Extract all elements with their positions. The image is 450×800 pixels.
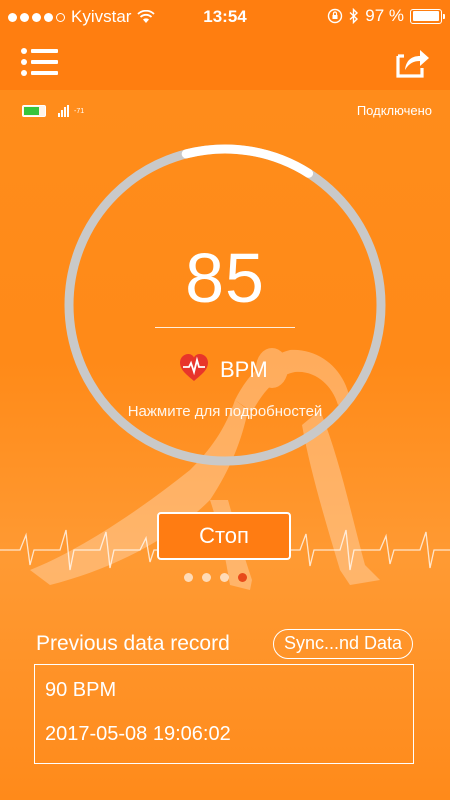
bluetooth-icon	[349, 8, 359, 24]
device-battery-icon	[22, 105, 46, 117]
bpm-unit: BPM	[220, 357, 268, 382]
gauge-progress-arc	[181, 144, 314, 178]
battery-percent: 97 %	[365, 6, 404, 25]
heart-icon	[180, 354, 208, 381]
page-dot[interactable]	[220, 573, 229, 582]
system-indicators: 97 %	[327, 6, 445, 26]
orientation-lock-icon	[328, 8, 343, 24]
page-dot[interactable]	[184, 573, 193, 582]
device-signal-icon	[58, 105, 69, 117]
record-bpm: 90 BPM	[45, 679, 117, 701]
sync-data-button[interactable]: Sync...nd Data	[273, 629, 413, 659]
record-timestamp: 2017-05-08 19:06:02	[45, 723, 231, 745]
page-indicator[interactable]	[184, 573, 247, 582]
page-dot[interactable]	[238, 573, 247, 582]
details-hint[interactable]: Нажмите для подробностей	[60, 403, 390, 420]
rssi-value: -71	[74, 108, 85, 115]
nav-bar	[0, 34, 450, 90]
battery-icon	[410, 8, 445, 24]
previous-record-title: Previous data record	[36, 632, 230, 655]
bpm-value[interactable]: 85	[125, 238, 325, 318]
list-menu-icon[interactable]	[18, 42, 62, 82]
page-dot[interactable]	[202, 573, 211, 582]
share-export-icon[interactable]	[392, 42, 432, 82]
gauge-divider	[155, 327, 295, 328]
connection-status: Подключено	[356, 103, 432, 118]
stop-button[interactable]: Стоп	[157, 512, 291, 560]
previous-record-card[interactable]: 90 BPM 2017-05-08 19:06:02	[34, 664, 414, 764]
device-status-row: -71 Подключено	[18, 103, 432, 121]
status-bar: Kyivstar 13:54 97 %	[0, 0, 450, 34]
